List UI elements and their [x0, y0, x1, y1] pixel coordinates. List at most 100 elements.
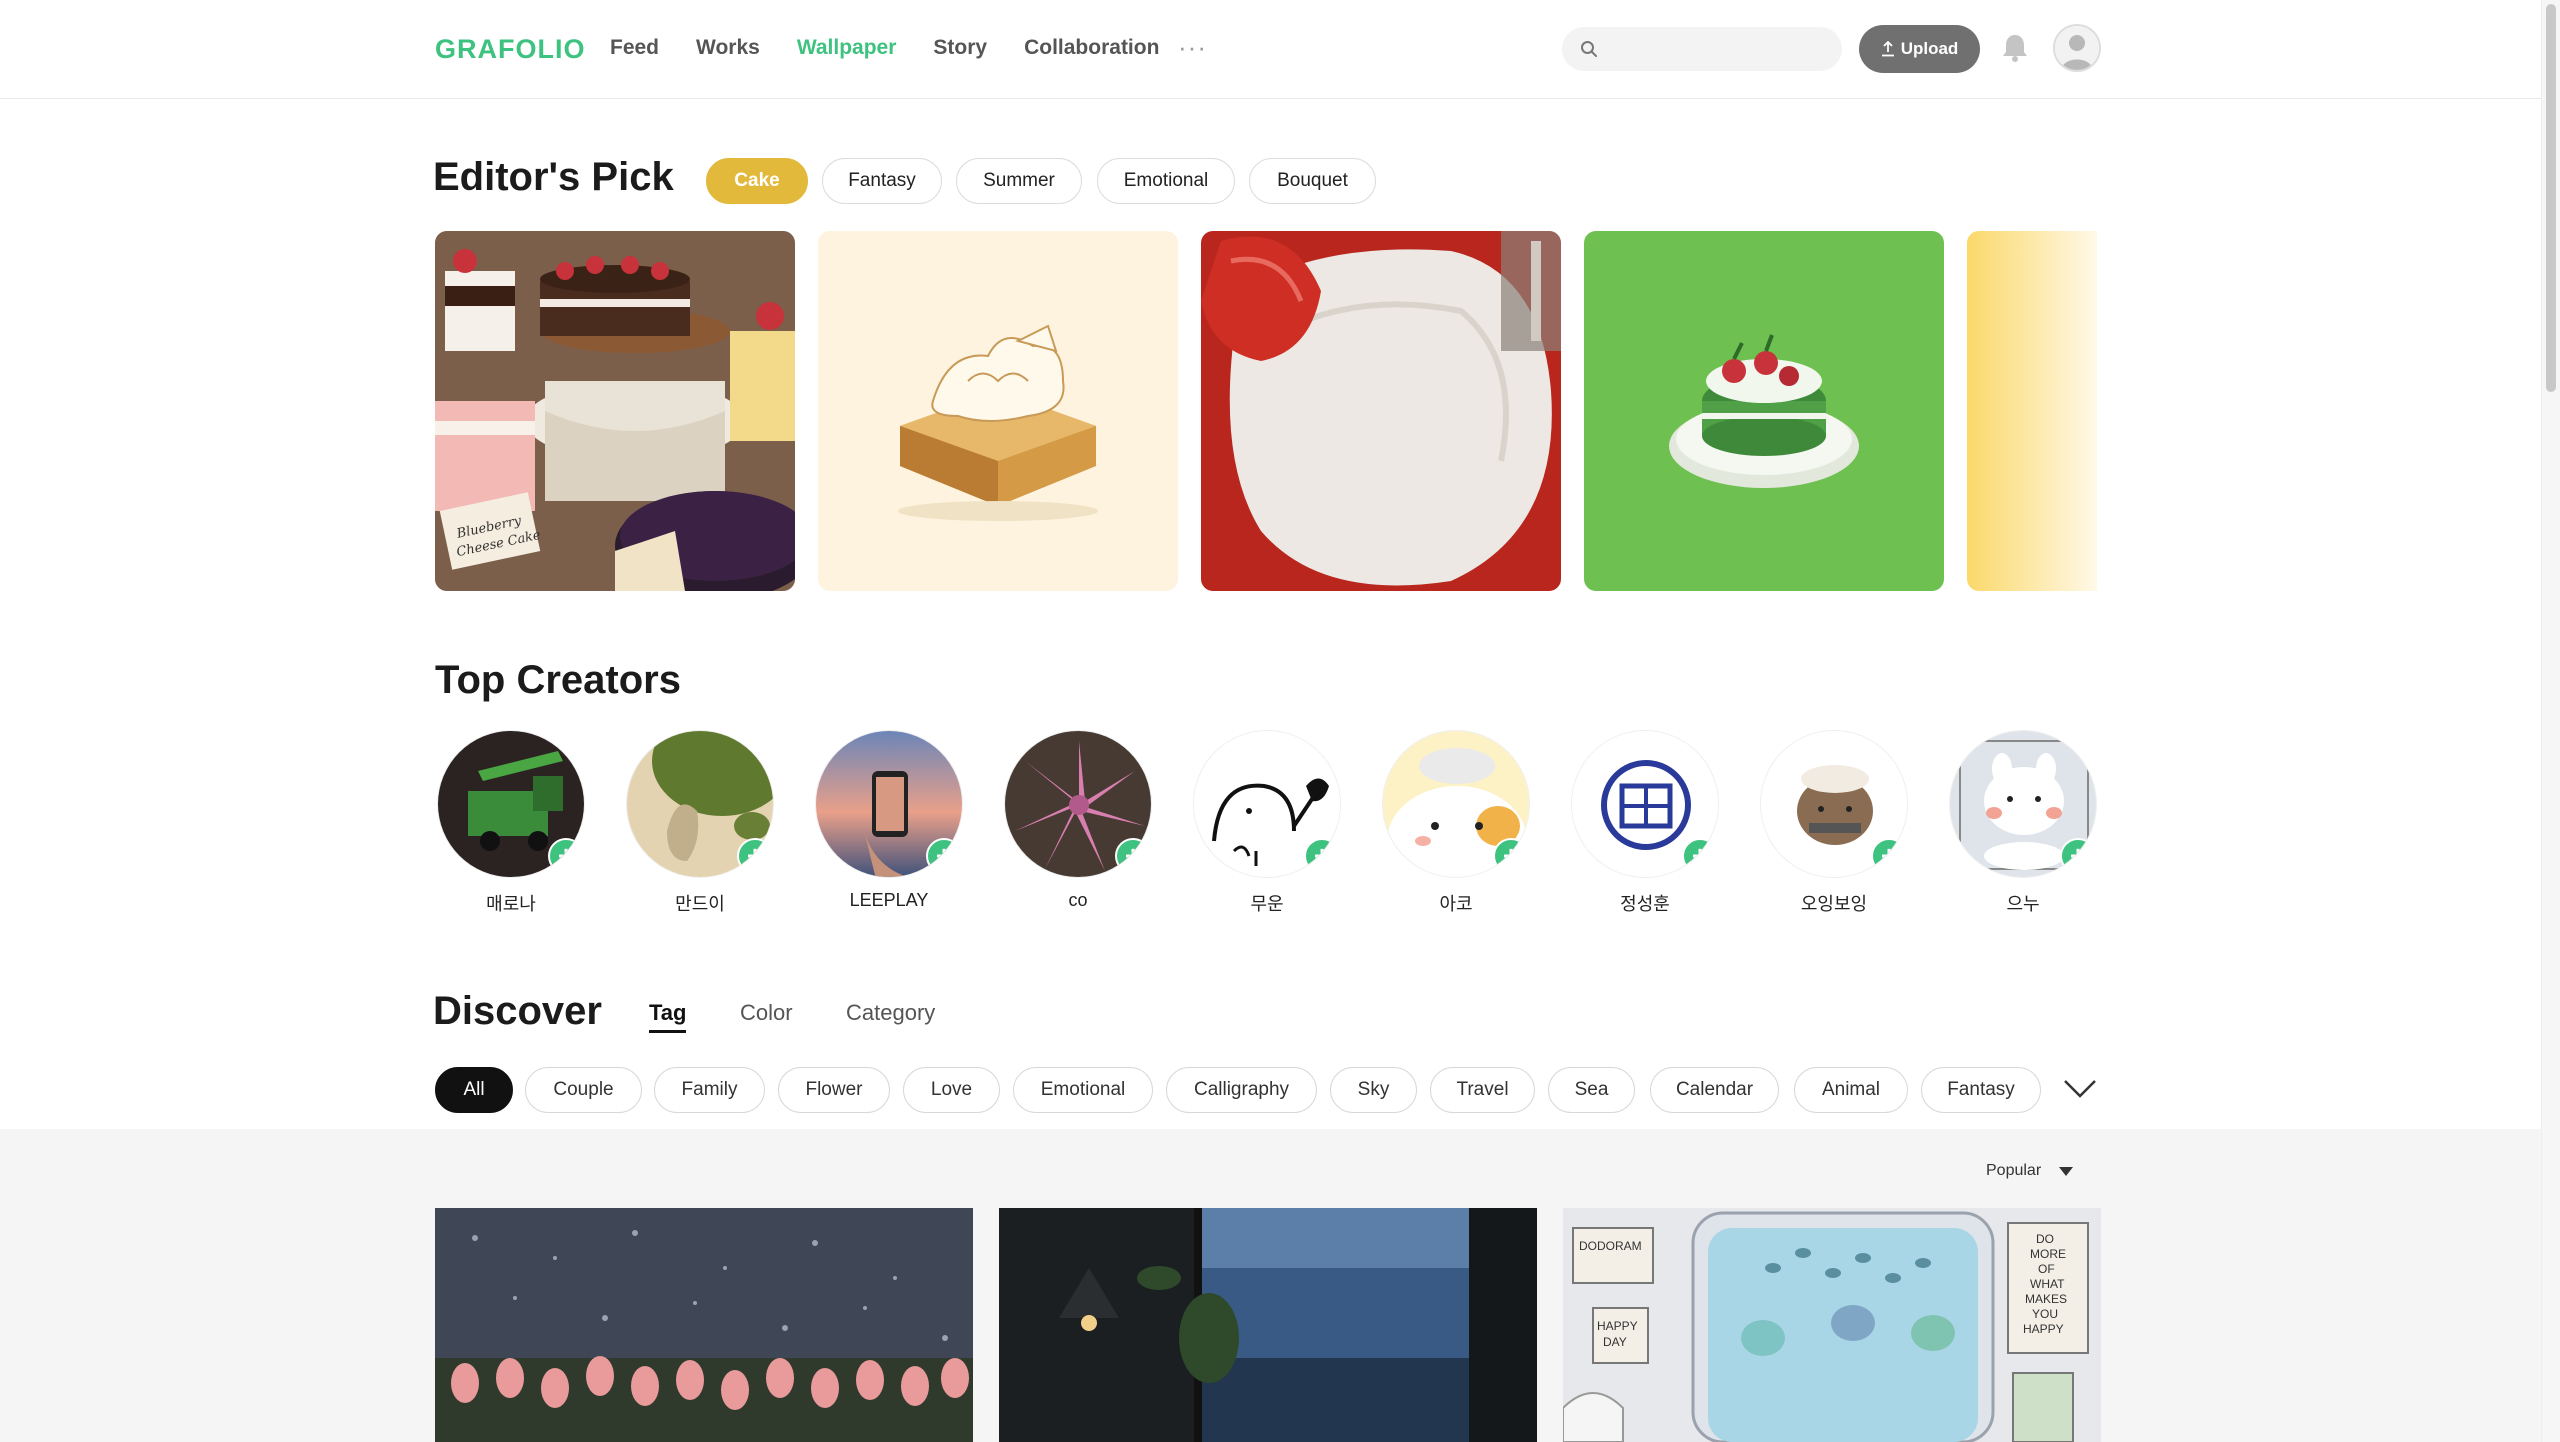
creator-card[interactable]: + 정성훈: [1571, 730, 1721, 916]
nav-works[interactable]: Works: [696, 36, 760, 60]
gallery-card-sea-tulips[interactable]: [435, 1208, 973, 1442]
creator-avatar[interactable]: +: [1949, 730, 2097, 878]
discover-tab-tag[interactable]: Tag: [649, 1000, 687, 1033]
chip-summer[interactable]: Summer: [956, 158, 1082, 204]
main-nav: Feed Works Wallpaper Story Collaboration: [610, 36, 1159, 60]
gallery-card-window-night[interactable]: [999, 1208, 1537, 1442]
sea-tulips-image: [435, 1208, 973, 1442]
creator-avatar[interactable]: +: [626, 730, 774, 878]
more-menu-icon[interactable]: ···: [1178, 32, 1207, 63]
sort-label: Popular: [1986, 1162, 2042, 1179]
creator-avatar[interactable]: +: [437, 730, 585, 878]
discover-tab-category[interactable]: Category: [846, 1000, 935, 1026]
tag-all[interactable]: All: [435, 1067, 513, 1113]
tag-fantasy[interactable]: Fantasy: [1921, 1067, 2041, 1113]
nav-story[interactable]: Story: [933, 36, 987, 60]
creator-avatar[interactable]: +: [1004, 730, 1152, 878]
scrollbar-thumb[interactable]: [2546, 4, 2556, 392]
tag-calligraphy[interactable]: Calligraphy: [1166, 1067, 1317, 1113]
chip-emotional[interactable]: Emotional: [1097, 158, 1235, 204]
svg-text:MORE: MORE: [2030, 1247, 2066, 1261]
creator-name: 정성훈: [1620, 894, 1670, 914]
editors-pick-title: Editor's Pick: [433, 155, 674, 199]
tag-sea[interactable]: Sea: [1548, 1067, 1635, 1113]
discover-title: Discover: [433, 989, 602, 1033]
tag-emotional[interactable]: Emotional: [1013, 1067, 1153, 1113]
nav-collaboration[interactable]: Collaboration: [1024, 36, 1159, 60]
tag-love[interactable]: Love: [903, 1067, 1000, 1113]
user-avatar[interactable]: [2053, 24, 2101, 72]
chip-fantasy[interactable]: Fantasy: [822, 158, 942, 204]
pick-card-yellow[interactable]: [1967, 231, 2097, 591]
gallery-card-aquarium-tv[interactable]: DODORAM HAPPY DAY DO MORE OF WHAT MAKES …: [1563, 1208, 2101, 1442]
follow-plus-icon[interactable]: +: [926, 838, 962, 874]
svg-text:MAKES: MAKES: [2025, 1292, 2067, 1306]
svg-text:DODORAM: DODORAM: [1579, 1239, 1642, 1253]
pick-card-cake-photo[interactable]: Blueberry Cheese Cake: [435, 231, 795, 591]
tag-animal[interactable]: Animal: [1794, 1067, 1908, 1113]
search-input[interactable]: [1608, 27, 1828, 71]
creator-avatar[interactable]: +: [1193, 730, 1341, 878]
svg-text:DAY: DAY: [1603, 1335, 1627, 1349]
svg-text:HAPPY: HAPPY: [1597, 1319, 1638, 1333]
creator-name: LEEPLAY: [849, 890, 929, 910]
svg-text:YOU: YOU: [2032, 1307, 2058, 1321]
follow-plus-icon[interactable]: +: [2060, 838, 2096, 874]
tag-sky[interactable]: Sky: [1330, 1067, 1417, 1113]
follow-plus-icon[interactable]: +: [1304, 838, 1340, 874]
pick-card-cake-toast[interactable]: [818, 231, 1178, 591]
svg-text:OF: OF: [2038, 1262, 2055, 1276]
creator-avatar[interactable]: +: [815, 730, 963, 878]
creator-card[interactable]: + 오잉보잉: [1760, 730, 1910, 916]
follow-plus-icon[interactable]: +: [1493, 838, 1529, 874]
sort-caret-icon: [2059, 1166, 2074, 1176]
nav-feed[interactable]: Feed: [610, 36, 659, 60]
pick-card-green-cake[interactable]: [1584, 231, 1944, 591]
yellow-card-image: [1967, 231, 2097, 591]
tag-travel[interactable]: Travel: [1430, 1067, 1535, 1113]
chip-cake[interactable]: Cake: [706, 158, 808, 204]
sort-dropdown[interactable]: Popular: [1986, 1162, 2074, 1180]
creator-card[interactable]: + 무운: [1193, 730, 1343, 916]
nav-wallpaper[interactable]: Wallpaper: [797, 36, 897, 60]
search-icon: [1581, 41, 1597, 57]
tag-calendar[interactable]: Calendar: [1650, 1067, 1779, 1113]
tag-family[interactable]: Family: [654, 1067, 765, 1113]
search-box: [1562, 27, 1842, 71]
creator-card[interactable]: + 만드이: [626, 730, 776, 916]
follow-plus-icon[interactable]: +: [1682, 838, 1718, 874]
creator-card[interactable]: + co: [1004, 730, 1154, 911]
creator-name: 오잉보잉: [1800, 894, 1868, 914]
svg-text:WHAT: WHAT: [2030, 1277, 2065, 1291]
creator-card[interactable]: + 매로나: [437, 730, 587, 916]
green-cake-illustration: [1584, 231, 1944, 591]
follow-plus-icon[interactable]: +: [548, 838, 584, 874]
top-creators-title: Top Creators: [435, 658, 681, 702]
expand-tags-chevron-down-icon[interactable]: [2063, 1078, 2097, 1100]
discover-tab-color[interactable]: Color: [740, 1000, 793, 1026]
creator-card[interactable]: + 으누: [1949, 730, 2099, 916]
strawberry-cream-photo: [1201, 231, 1561, 591]
tag-couple[interactable]: Couple: [525, 1067, 642, 1113]
creator-name: 으누: [2006, 894, 2040, 914]
creator-card[interactable]: + LEEPLAY: [815, 730, 965, 911]
pick-card-strawberry-cream[interactable]: [1201, 231, 1561, 591]
creator-avatar[interactable]: +: [1760, 730, 1908, 878]
svg-text:DO: DO: [2036, 1232, 2054, 1246]
upload-icon: [1881, 41, 1894, 57]
follow-plus-icon[interactable]: +: [1871, 838, 1907, 874]
creator-avatar[interactable]: +: [1382, 730, 1530, 878]
creator-name: 매로나: [486, 894, 536, 914]
aquarium-tv-image: DODORAM HAPPY DAY DO MORE OF WHAT MAKES …: [1563, 1208, 2101, 1442]
chip-bouquet[interactable]: Bouquet: [1249, 158, 1376, 204]
follow-plus-icon[interactable]: +: [1115, 838, 1151, 874]
top-header: GRAFOLIO Feed Works Wallpaper Story Coll…: [0, 0, 2545, 99]
tag-flower[interactable]: Flower: [778, 1067, 890, 1113]
creator-avatar[interactable]: +: [1571, 730, 1719, 878]
upload-button[interactable]: Upload: [1859, 25, 1980, 73]
creator-card[interactable]: + 아코: [1382, 730, 1532, 916]
grafolio-logo[interactable]: GRAFOLIO: [435, 34, 586, 65]
follow-plus-icon[interactable]: +: [737, 838, 773, 874]
svg-text:HAPPY: HAPPY: [2023, 1322, 2064, 1336]
notification-bell-icon[interactable]: [2001, 33, 2029, 63]
